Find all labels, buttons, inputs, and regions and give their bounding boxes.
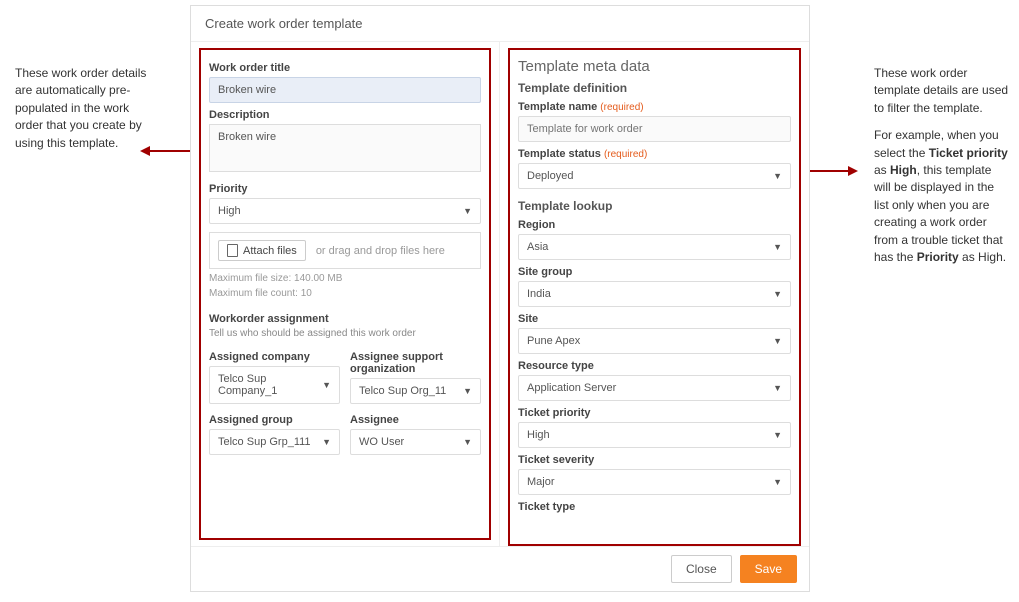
chevron-down-icon: ▼ <box>773 289 782 299</box>
assigned-group-dropdown[interactable]: Telco Sup Grp_111 ▼ <box>209 429 340 455</box>
assignee-label: Assignee <box>350 414 481 426</box>
ticket-priority-label: Ticket priority <box>518 407 791 419</box>
template-meta-heading: Template meta data <box>518 58 791 75</box>
template-status-value: Deployed <box>527 170 573 182</box>
chevron-down-icon: ▼ <box>322 437 331 447</box>
chevron-down-icon: ▼ <box>463 437 472 447</box>
chevron-down-icon: ▼ <box>773 336 782 346</box>
site-value: Pune Apex <box>527 335 580 347</box>
description-label: Description <box>209 109 481 121</box>
assigned-company-label: Assigned company <box>209 351 340 363</box>
chevron-down-icon: ▼ <box>773 242 782 252</box>
priority-label: Priority <box>209 183 481 195</box>
region-dropdown[interactable]: Asia ▼ <box>518 234 791 260</box>
work-order-column: Work order title Description Broken wire… <box>191 42 500 546</box>
callout-left: These work order details are automatical… <box>15 65 150 152</box>
description-input[interactable]: Broken wire <box>209 124 481 172</box>
attach-files-button[interactable]: Attach files <box>218 240 306 261</box>
resource-type-value: Application Server <box>527 382 616 394</box>
site-dropdown[interactable]: Pune Apex ▼ <box>518 328 791 354</box>
create-template-dialog: Create work order template Work order ti… <box>190 5 810 592</box>
assignment-sub: Tell us who should be assigned this work… <box>209 328 481 339</box>
max-file-size: Maximum file size: 140.00 MB <box>209 273 481 284</box>
dialog-title: Create work order template <box>191 6 809 42</box>
required-marker: (required) <box>600 102 643 113</box>
template-status-dropdown[interactable]: Deployed ▼ <box>518 163 791 189</box>
ticket-priority-value: High <box>527 429 550 441</box>
template-status-label: Template status(required) <box>518 148 791 160</box>
site-label: Site <box>518 313 791 325</box>
work-order-title-label: Work order title <box>209 62 481 74</box>
chevron-down-icon: ▼ <box>463 386 472 396</box>
site-group-dropdown[interactable]: India ▼ <box>518 281 791 307</box>
attach-files-row[interactable]: Attach files or drag and drop files here <box>209 232 481 269</box>
arrow-left-icon <box>148 150 190 152</box>
save-button[interactable]: Save <box>740 555 797 583</box>
priority-value: High <box>218 205 241 217</box>
assignee-value: WO User <box>359 436 404 448</box>
work-order-title-input[interactable] <box>209 77 481 103</box>
chevron-down-icon: ▼ <box>463 206 472 216</box>
template-definition-heading: Template definition <box>518 81 791 95</box>
chevron-down-icon: ▼ <box>773 477 782 487</box>
dialog-footer: Close Save <box>191 546 809 591</box>
callout-right: These work order template details are us… <box>874 65 1009 266</box>
chevron-down-icon: ▼ <box>773 430 782 440</box>
ticket-severity-dropdown[interactable]: Major ▼ <box>518 469 791 495</box>
callout-right-p1: These work order template details are us… <box>874 65 1009 117</box>
assigned-company-value: Telco Sup Company_1 <box>218 373 322 397</box>
arrow-right-icon <box>808 170 850 172</box>
max-file-count: Maximum file count: 10 <box>209 288 481 299</box>
ticket-severity-value: Major <box>527 476 555 488</box>
template-lookup-heading: Template lookup <box>518 199 791 213</box>
resource-type-dropdown[interactable]: Application Server ▼ <box>518 375 791 401</box>
ticket-severity-label: Ticket severity <box>518 454 791 466</box>
assignee-dropdown[interactable]: WO User ▼ <box>350 429 481 455</box>
attach-files-label: Attach files <box>243 245 297 257</box>
dialog-body: Work order title Description Broken wire… <box>191 42 809 546</box>
file-icon <box>227 244 238 257</box>
chevron-down-icon: ▼ <box>322 380 331 390</box>
resource-type-label: Resource type <box>518 360 791 372</box>
site-group-label: Site group <box>518 266 791 278</box>
assignee-support-org-label: Assignee support organization <box>350 351 481 375</box>
region-value: Asia <box>527 241 548 253</box>
assigned-group-label: Assigned group <box>209 414 340 426</box>
template-name-input[interactable] <box>518 116 791 142</box>
required-marker: (required) <box>604 149 647 160</box>
region-label: Region <box>518 219 791 231</box>
ticket-type-label: Ticket type <box>518 501 791 513</box>
attach-hint: or drag and drop files here <box>316 245 445 257</box>
close-button[interactable]: Close <box>671 555 732 583</box>
chevron-down-icon: ▼ <box>773 383 782 393</box>
callout-left-text: These work order details are automatical… <box>15 66 146 150</box>
ticket-priority-dropdown[interactable]: High ▼ <box>518 422 791 448</box>
meta-highlight-box: Template meta data Template definition T… <box>508 48 801 546</box>
work-order-highlight-box: Work order title Description Broken wire… <box>199 48 491 540</box>
template-name-label: Template name(required) <box>518 101 791 113</box>
assigned-company-dropdown[interactable]: Telco Sup Company_1 ▼ <box>209 366 340 404</box>
callout-right-p2: For example, when you select the Ticket … <box>874 127 1009 266</box>
assigned-group-value: Telco Sup Grp_111 <box>218 436 311 448</box>
assignment-heading: Workorder assignment <box>209 313 481 325</box>
priority-dropdown[interactable]: High ▼ <box>209 198 481 224</box>
site-group-value: India <box>527 288 551 300</box>
meta-column: Template meta data Template definition T… <box>500 42 809 546</box>
assignee-support-org-dropdown[interactable]: Telco Sup Org_11 ▼ <box>350 378 481 404</box>
assignee-support-org-value: Telco Sup Org_11 <box>359 385 446 397</box>
chevron-down-icon: ▼ <box>773 171 782 181</box>
